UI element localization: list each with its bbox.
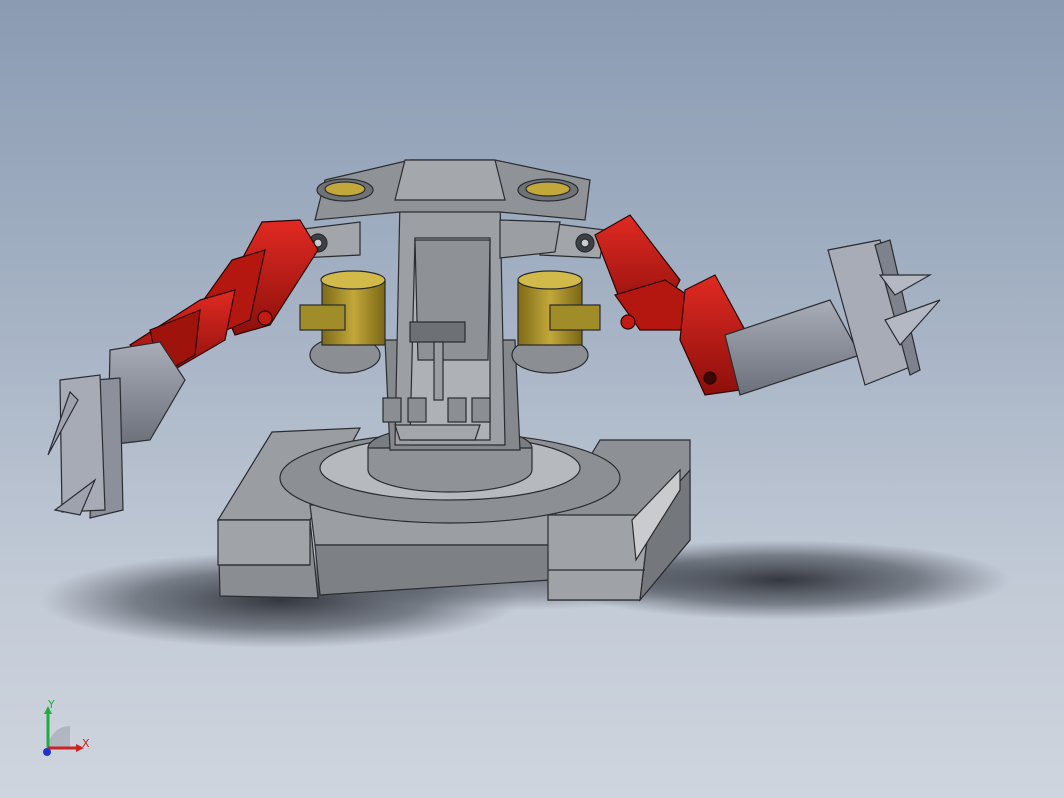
z-axis-dot xyxy=(43,748,51,756)
triad-plane xyxy=(48,726,70,748)
robot-model[interactable] xyxy=(0,0,1064,798)
right-gripper[interactable] xyxy=(724,239,941,396)
right-arm[interactable] xyxy=(594,214,746,396)
left-gripper[interactable] xyxy=(47,341,186,519)
y-axis-label: Y xyxy=(47,698,55,711)
graphics-viewport[interactable]: Y X xyxy=(0,0,1064,798)
view-orientation-triad[interactable]: Y X xyxy=(36,698,96,760)
x-axis-label: X xyxy=(82,737,90,750)
